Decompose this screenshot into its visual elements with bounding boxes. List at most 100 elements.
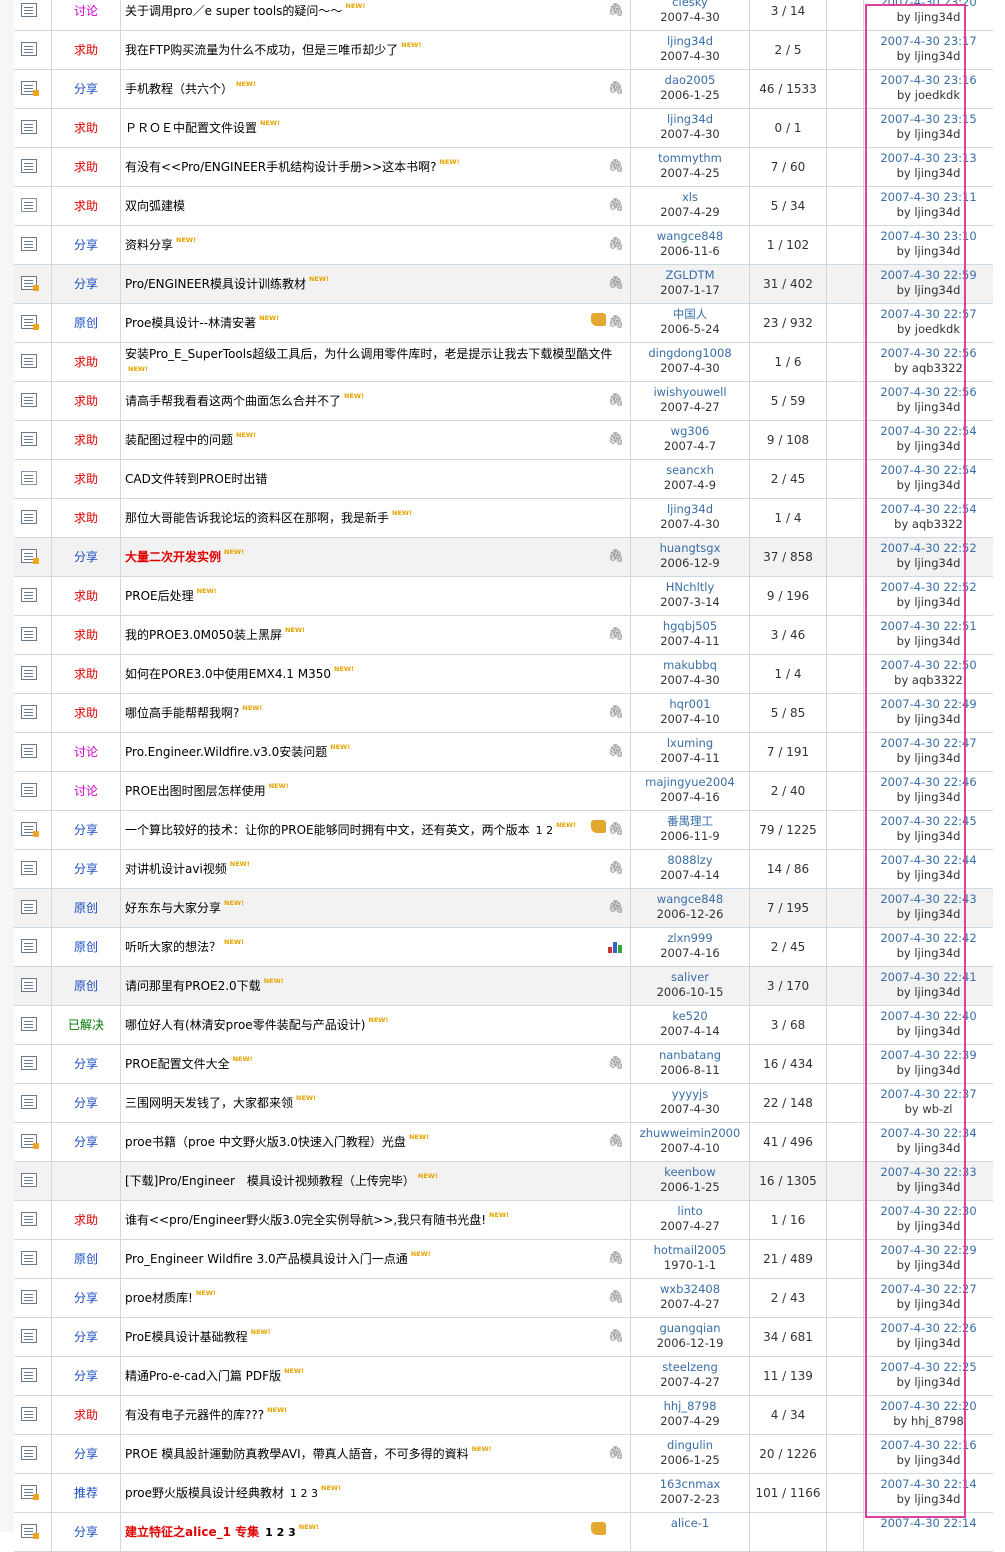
topic-status-icon[interactable] bbox=[21, 354, 37, 368]
topic-title-link[interactable]: proe野火版模具设计经典教材 bbox=[125, 1486, 284, 1500]
author-link[interactable]: dingulin bbox=[631, 1438, 749, 1453]
last-post-time-link[interactable]: 2007-4-30 22:39 bbox=[864, 1048, 993, 1063]
topic-title-link[interactable]: 听听大家的想法？ bbox=[125, 940, 221, 954]
table-row[interactable]: 求助 CAD文件转到PROE时出错 seancxh 2007-4-9 2 / 4… bbox=[14, 460, 993, 499]
topic-title-link[interactable]: PROE后处理 bbox=[125, 589, 194, 603]
topic-status-icon[interactable] bbox=[21, 666, 37, 680]
last-post-user[interactable]: by ljing34d bbox=[864, 790, 993, 805]
table-row[interactable]: 分享 精通Pro-e-cad入门篇 PDF版 NEW! steelzeng 200… bbox=[14, 1357, 993, 1396]
last-post-time-link[interactable]: 2007-4-30 22:16 bbox=[864, 1438, 993, 1453]
topic-status-icon[interactable] bbox=[21, 1095, 37, 1109]
last-post-time-link[interactable]: 2007-4-30 22:56 bbox=[864, 346, 993, 361]
author-link[interactable]: wangce848 bbox=[631, 229, 749, 244]
table-row[interactable]: 求助 哪位高手能帮帮我啊? NEW! 🖇 hqr001 2007-4-10 5 /… bbox=[14, 694, 993, 733]
topic-type[interactable]: 原创 bbox=[52, 928, 121, 966]
last-post-user[interactable]: by ljing34d bbox=[864, 556, 993, 571]
last-post-user[interactable]: by ljing34d bbox=[864, 1063, 993, 1078]
table-row[interactable]: 求助 装配图过程中的问题 NEW! 🖇 wg306 2007-4-7 9 / 10… bbox=[14, 421, 993, 460]
author-link[interactable]: linto bbox=[631, 1204, 749, 1219]
last-post-user[interactable]: by ljing34d bbox=[864, 283, 993, 298]
last-post-time-link[interactable]: 2007-4-30 22:41 bbox=[864, 970, 993, 985]
topic-status-icon[interactable] bbox=[21, 159, 37, 173]
topic-type[interactable]: 求助 bbox=[52, 694, 121, 732]
topic-title-link[interactable]: ＰＲＯＥ中配置文件设置 bbox=[125, 121, 257, 135]
last-post-user[interactable]: by ljing34d bbox=[864, 1297, 993, 1312]
last-post-time-link[interactable]: 2007-4-30 23:17 bbox=[864, 34, 993, 49]
topic-title-link[interactable]: Proe模具设计--林清安著 bbox=[125, 316, 256, 330]
table-row[interactable]: 求助 PROE后处理 NEW! HNchltly 2007-3-14 9 / 19… bbox=[14, 577, 993, 616]
topic-type[interactable]: 分享 bbox=[52, 226, 121, 264]
topic-status-icon[interactable] bbox=[21, 744, 37, 758]
last-post-user[interactable]: by ljing34d bbox=[864, 205, 993, 220]
topic-status-icon[interactable] bbox=[21, 3, 37, 17]
table-row[interactable]: 求助 请高手帮我看看这两个曲面怎么合并不了 NEW! 🖇 iwishyouwell… bbox=[14, 382, 993, 421]
table-row[interactable]: 分享 ProE模具设计基础教程 NEW! 🖇 guangqian 2006-12-… bbox=[14, 1318, 993, 1357]
topic-type[interactable]: 讨论 bbox=[52, 733, 121, 771]
author-link[interactable]: ljing34d bbox=[631, 112, 749, 127]
last-post-time-link[interactable]: 2007-4-30 23:11 bbox=[864, 190, 993, 205]
topic-type[interactable]: 原创 bbox=[52, 967, 121, 1005]
topic-type[interactable]: 分享 bbox=[52, 1045, 121, 1083]
topic-status-icon[interactable] bbox=[21, 1368, 37, 1382]
last-post-user[interactable]: by ljing34d bbox=[864, 1180, 993, 1195]
table-row[interactable]: 求助 有没有电子元器件的库??? NEW! hhj_8798 2007-4-29 … bbox=[14, 1396, 993, 1435]
topic-type[interactable]: 求助 bbox=[52, 109, 121, 147]
last-post-user[interactable]: by ljing34d bbox=[864, 1453, 993, 1468]
table-row[interactable]: 原创 Proe模具设计--林清安著 NEW! 🖇 中国人 2006-5-24 23… bbox=[14, 304, 993, 343]
author-link[interactable]: dingdong1008 bbox=[631, 346, 749, 361]
topic-title-link[interactable]: 大量二次开发实例 bbox=[125, 550, 221, 564]
last-post-user[interactable]: by ljing34d bbox=[864, 1141, 993, 1156]
topic-status-icon[interactable] bbox=[21, 588, 37, 602]
topic-type[interactable]: 求助 bbox=[52, 148, 121, 186]
topic-title-link[interactable]: Pro.Engineer.Wildfire.v3.0安装问题 bbox=[125, 745, 327, 759]
table-row[interactable]: 分享 Pro/ENGINEER模具设计训练教材 NEW! 🖇 ZGLDTM 200… bbox=[14, 265, 993, 304]
topic-type[interactable]: 求助 bbox=[52, 1396, 121, 1434]
topic-title-link[interactable]: ProE模具设计基础教程 bbox=[125, 1330, 248, 1344]
topic-type[interactable]: 原创 bbox=[52, 889, 121, 927]
topic-title-link[interactable]: 对讲机设计avi视频 bbox=[125, 862, 227, 876]
topic-title-link[interactable]: 请高手帮我看看这两个曲面怎么合并不了 bbox=[125, 394, 341, 408]
topic-status-icon[interactable] bbox=[21, 276, 39, 291]
last-post-user[interactable]: by ljing34d bbox=[864, 1492, 993, 1507]
table-row[interactable]: 分享 大量二次开发实例 NEW! 🖇 huangtsgx 2006-12-9 37… bbox=[14, 538, 993, 577]
topic-type[interactable]: 讨论 bbox=[52, 772, 121, 810]
last-post-user[interactable]: by hhj_8798 bbox=[864, 1414, 993, 1429]
topic-type[interactable]: 分享 bbox=[52, 850, 121, 888]
topic-status-icon[interactable] bbox=[21, 1017, 37, 1031]
last-post-user[interactable]: by ljing34d bbox=[864, 946, 993, 961]
table-row[interactable]: 求助 如何在PORE3.0中使用EMX4.1 M350 NEW! makubbq … bbox=[14, 655, 993, 694]
last-post-user[interactable]: by ljing34d bbox=[864, 244, 993, 259]
topic-status-icon[interactable] bbox=[21, 1134, 39, 1149]
last-post-user[interactable]: by ljing34d bbox=[864, 166, 993, 181]
author-link[interactable]: lxuming bbox=[631, 736, 749, 751]
last-post-user[interactable]: by ljing34d bbox=[864, 712, 993, 727]
author-link[interactable]: clesky bbox=[631, 0, 749, 10]
topic-type[interactable]: 求助 bbox=[52, 187, 121, 225]
topic-status-icon[interactable] bbox=[21, 1446, 37, 1460]
last-post-time-link[interactable]: 2007-4-30 22:54 bbox=[864, 463, 993, 478]
last-post-time-link[interactable]: 2007-4-30 22:43 bbox=[864, 892, 993, 907]
topic-status-icon[interactable] bbox=[21, 237, 37, 251]
topic-title-link[interactable]: 双向弧建模 bbox=[125, 199, 185, 213]
last-post-time-link[interactable]: 2007-4-30 22:40 bbox=[864, 1009, 993, 1024]
last-post-user[interactable]: by ljing34d bbox=[864, 1375, 993, 1390]
topic-title-link[interactable]: 那位大哥能告诉我论坛的资料区在那啊，我是新手 bbox=[125, 511, 389, 525]
last-post-user[interactable]: by ljing34d bbox=[864, 478, 993, 493]
topic-type[interactable]: 原创 bbox=[52, 304, 121, 342]
topic-type[interactable]: 分享 bbox=[52, 1318, 121, 1356]
author-link[interactable]: ljing34d bbox=[631, 502, 749, 517]
last-post-user[interactable]: by ljing34d bbox=[864, 985, 993, 1000]
author-link[interactable]: zlxn999 bbox=[631, 931, 749, 946]
topic-type[interactable]: 求助 bbox=[52, 499, 121, 537]
last-post-time-link[interactable]: 2007-4-30 22:14 bbox=[864, 1516, 993, 1531]
author-link[interactable]: ZGLDTM bbox=[631, 268, 749, 283]
author-link[interactable]: hhj_8798 bbox=[631, 1399, 749, 1414]
last-post-user[interactable]: by aqb3322 bbox=[864, 673, 993, 688]
table-row[interactable]: 分享 PROE 模具設計運動防真教學AVI，帶真人語音，不可多得的資料 NEW! … bbox=[14, 1435, 993, 1474]
last-post-time-link[interactable]: 2007-4-30 22:54 bbox=[864, 424, 993, 439]
topic-type[interactable]: 讨论 bbox=[52, 0, 121, 30]
topic-title-link[interactable]: 一个算比较好的技术：让你的PROE能够同时拥有中文，还有英文，两个版本 bbox=[125, 823, 530, 837]
table-row[interactable]: 讨论 关于调用pro／e super tools的疑问～～ NEW! 🖇 cles… bbox=[14, 0, 993, 31]
topic-type[interactable]: 求助 bbox=[52, 460, 121, 498]
last-post-time-link[interactable]: 2007-4-30 22:26 bbox=[864, 1321, 993, 1336]
